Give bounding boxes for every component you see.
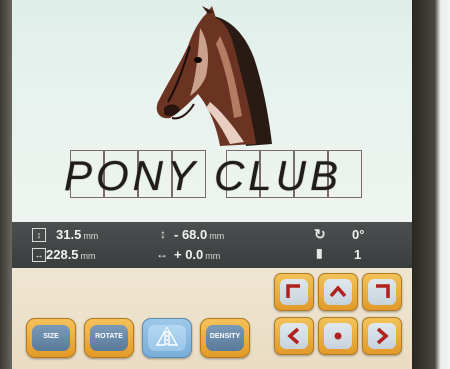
density-button[interactable]: DENSITY	[200, 318, 250, 358]
thread-change-count: 1	[354, 247, 362, 262]
arrow-up-icon	[329, 285, 347, 298]
device-bezel-left	[0, 0, 12, 369]
rotation-value: 0°	[352, 227, 365, 242]
mirror-button[interactable]	[142, 318, 192, 358]
horse-head-image	[156, 6, 272, 146]
horizontal-offset-value: + 0.0 mm	[174, 247, 221, 262]
pony-club-lettering: PONY CLUB	[64, 150, 364, 204]
center-icon	[334, 332, 342, 340]
move-arrow-pad	[274, 273, 410, 369]
machine-screen: PONY CLUB ↕ 31.5 mm ↕ - 68.0 mm ↻ 0° ↔ 228…	[12, 0, 412, 369]
device-bezel-right	[412, 0, 450, 369]
height-icon: ↕	[32, 228, 46, 242]
arrow-left-icon	[287, 327, 300, 345]
density-button-label: DENSITY	[206, 325, 244, 351]
control-panel: SIZE ROTATE DENSITY	[12, 268, 412, 369]
design-canvas[interactable]: PONY CLUB	[12, 0, 412, 222]
design-title-text: PONY CLUB	[64, 152, 342, 199]
move-up-right-button[interactable]	[362, 273, 402, 311]
move-up-left-button[interactable]	[274, 273, 314, 311]
info-bar: ↕ 31.5 mm ↕ - 68.0 mm ↻ 0° ↔ 228.5 mm ↔ + 0…	[12, 222, 412, 268]
rotation-icon: ↻	[314, 226, 326, 242]
height-value: 31.5 mm	[56, 227, 99, 242]
move-left-button[interactable]	[274, 317, 314, 355]
size-button[interactable]: SIZE	[26, 318, 76, 358]
mirror-icon	[148, 325, 186, 351]
size-button-label: SIZE	[32, 325, 70, 351]
move-right-button[interactable]	[362, 317, 402, 355]
arrow-up-left-icon	[286, 284, 300, 298]
center-button[interactable]	[318, 317, 358, 355]
thread-spool-icon: ▮	[316, 246, 323, 260]
vertical-offset-value: - 68.0 mm	[174, 227, 225, 242]
move-up-button[interactable]	[318, 273, 358, 311]
arrow-right-icon	[376, 327, 389, 345]
width-value: 228.5 mm	[46, 247, 96, 262]
width-icon: ↔	[32, 248, 46, 262]
horizontal-offset-icon: ↔	[156, 247, 168, 261]
rotate-button-label: ROTATE	[90, 325, 128, 351]
vertical-offset-icon: ↕	[160, 227, 166, 241]
rotate-button[interactable]: ROTATE	[84, 318, 134, 358]
arrow-up-right-icon	[376, 284, 390, 298]
